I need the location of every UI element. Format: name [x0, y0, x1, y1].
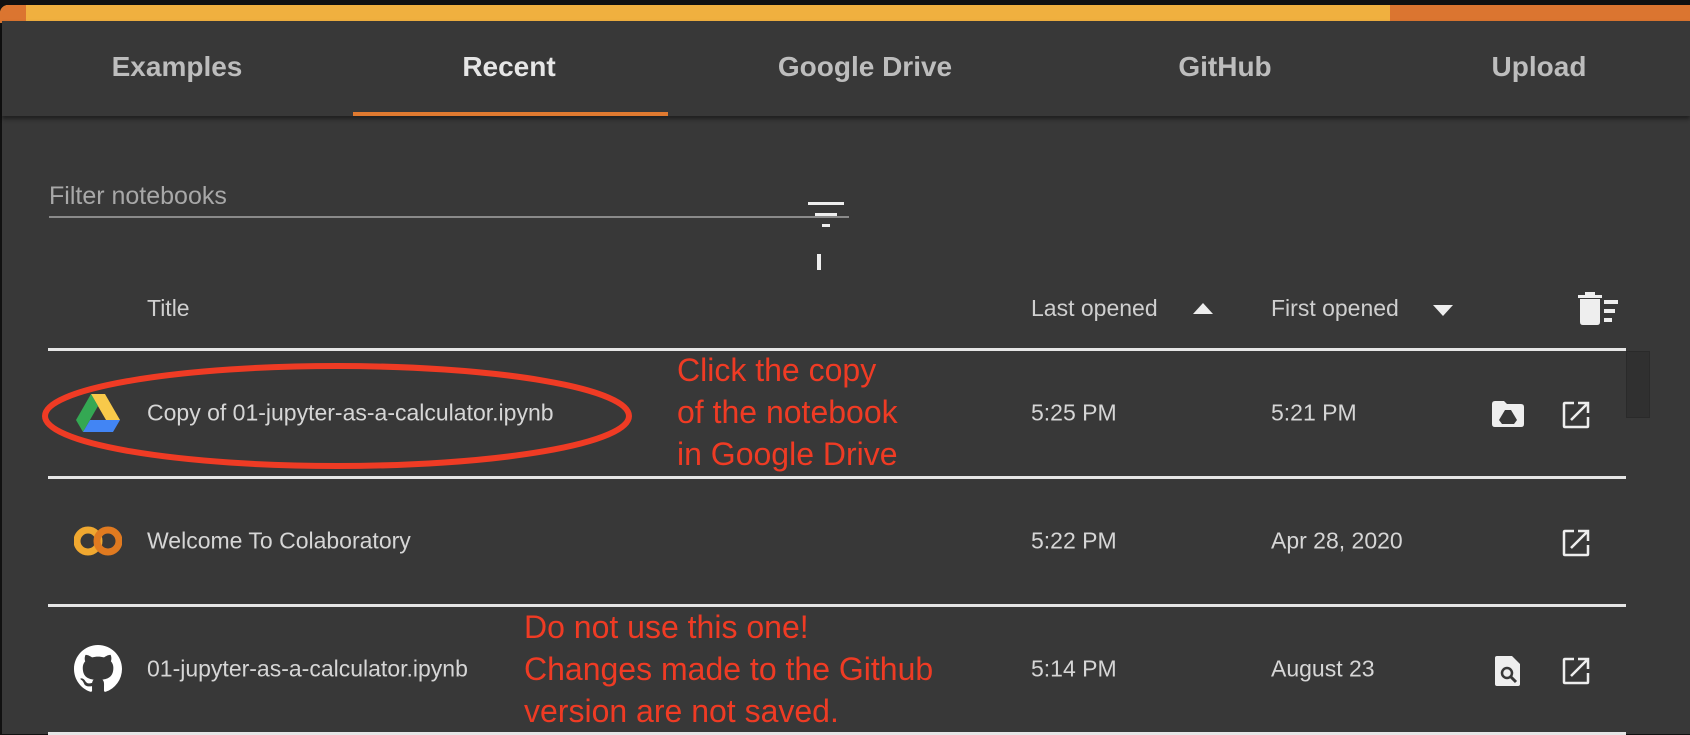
tab-github[interactable]: GitHub — [1178, 51, 1271, 83]
filter-input[interactable] — [49, 182, 749, 211]
first-opened: 5:21 PM — [1271, 399, 1357, 426]
divider — [48, 476, 1626, 479]
sort-desc-icon[interactable] — [1433, 305, 1453, 316]
tab-bar: Examples Recent Google Drive GitHub Uplo… — [2, 21, 1690, 116]
open-drive-folder-icon[interactable] — [1492, 401, 1524, 427]
annotation-github: Do not use this one! Changes made to the… — [524, 606, 933, 732]
open-in-new-tab-icon[interactable] — [1562, 657, 1590, 685]
preview-file-icon[interactable] — [1495, 656, 1521, 686]
annotation-line: Click the copy — [677, 352, 877, 388]
tab-upload[interactable]: Upload — [1492, 51, 1587, 83]
sort-asc-icon[interactable] — [1193, 303, 1213, 314]
tab-recent[interactable]: Recent — [462, 51, 555, 83]
open-in-new-tab-icon[interactable] — [1562, 529, 1590, 557]
annotation-drive: Click the copy of the notebook in Google… — [677, 349, 898, 475]
scrollbar-thumb[interactable] — [1626, 351, 1650, 418]
first-opened: August 23 — [1271, 655, 1375, 682]
open-in-new-tab-icon[interactable] — [1562, 401, 1590, 429]
github-icon — [74, 645, 122, 692]
annotation-line: Changes made to the Github — [524, 651, 934, 687]
tab-examples[interactable]: Examples — [112, 51, 243, 83]
annotation-line: of the notebook — [677, 394, 898, 430]
delete-history-icon[interactable] — [1578, 292, 1620, 326]
resize-handle[interactable] — [817, 254, 821, 270]
tab-google-drive[interactable]: Google Drive — [778, 51, 952, 83]
annotation-ellipse — [42, 363, 632, 469]
last-opened: 5:25 PM — [1031, 399, 1117, 426]
last-opened: 5:14 PM — [1031, 655, 1117, 682]
notebook-title[interactable]: 01-jupyter-as-a-calculator.ipynb — [147, 656, 468, 683]
colab-icon — [74, 526, 122, 556]
annotation-line: version are not saved. — [524, 693, 839, 729]
filter-field — [49, 182, 849, 218]
annotation-line: in Google Drive — [677, 436, 898, 472]
first-opened: Apr 28, 2020 — [1271, 527, 1403, 554]
column-title[interactable]: Title — [147, 295, 190, 322]
annotation-line: Do not use this one! — [524, 609, 809, 645]
column-last-opened[interactable]: Last opened — [1031, 295, 1158, 322]
column-first-opened[interactable]: First opened — [1271, 295, 1399, 322]
notebook-title[interactable]: Welcome To Colaboratory — [147, 528, 411, 555]
filter-icon[interactable] — [808, 200, 844, 230]
last-opened: 5:22 PM — [1031, 527, 1117, 554]
active-tab-indicator — [353, 112, 668, 116]
